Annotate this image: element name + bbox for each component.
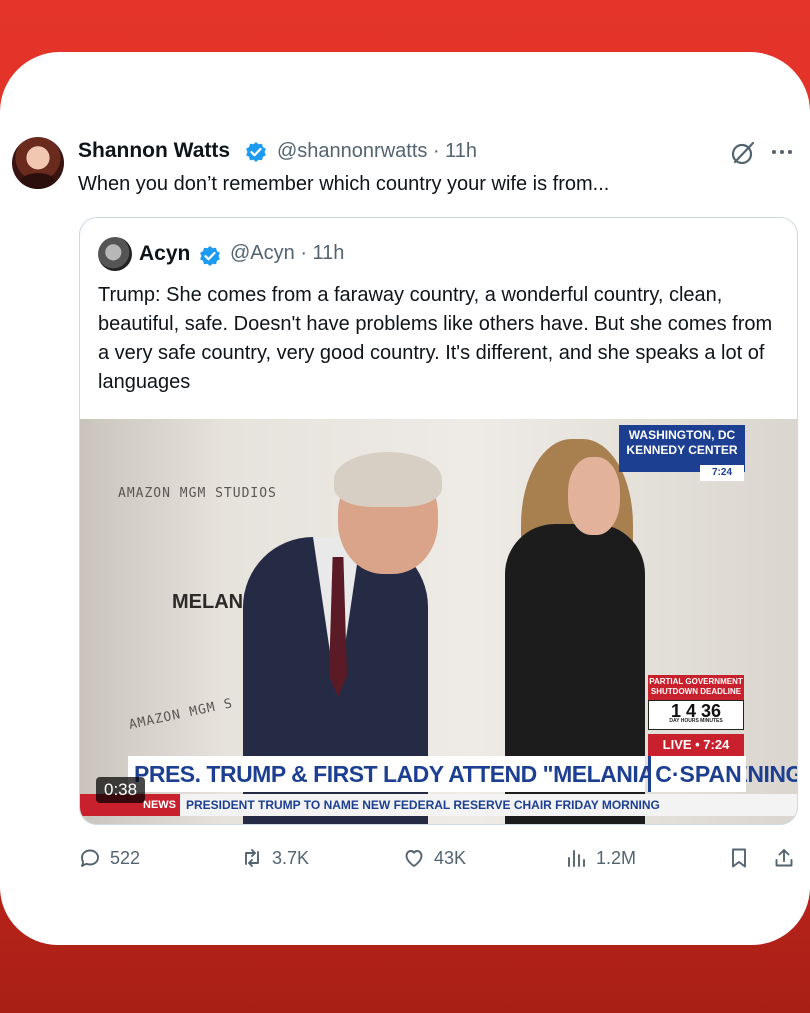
reply-button[interactable]: 522 xyxy=(78,840,140,876)
tweet-text: When you don’t remember which country yo… xyxy=(78,173,610,195)
share-button[interactable] xyxy=(772,840,796,876)
person-man-hair xyxy=(334,452,442,507)
person-woman-face xyxy=(568,457,620,535)
share-icon xyxy=(775,849,793,867)
grok-icon[interactable] xyxy=(730,140,756,166)
repost-count: 3.7K xyxy=(272,847,310,868)
quoted-text: Trump: She comes from a faraway country,… xyxy=(98,284,773,393)
like-count: 43K xyxy=(434,847,467,868)
video-duration: 0:38 xyxy=(96,777,146,803)
bookmark-button[interactable] xyxy=(727,840,751,876)
verified-icon xyxy=(200,246,220,266)
location-venue: KENNEDY CENTER xyxy=(626,443,738,457)
like-button[interactable]: 43K xyxy=(402,840,466,876)
headline-banner: PRES. TRUMP & FIRST LADY ATTEND "MELANIA… xyxy=(128,756,797,792)
network-logo: C·SPAN xyxy=(648,756,746,792)
location-city: WASHINGTON, DC xyxy=(628,428,736,442)
author-handle[interactable]: @shannonrwatts · 11h xyxy=(277,140,477,163)
views-icon xyxy=(568,850,585,867)
quoted-name[interactable]: Acyn xyxy=(139,242,190,266)
countdown-units: DAY HOURS MINUTES xyxy=(669,718,723,724)
live-badge: LIVE • 7:24 xyxy=(648,734,744,756)
repost-icon xyxy=(245,849,259,867)
more-icon[interactable] xyxy=(770,147,794,157)
author-name[interactable]: Shannon Watts xyxy=(78,139,230,163)
views-count: 1.2M xyxy=(596,847,637,868)
author-avatar[interactable] xyxy=(12,137,64,189)
views-button[interactable]: 1.2M xyxy=(564,840,636,876)
shutdown-label-line-2: SHUTDOWN DEADLINE xyxy=(650,687,742,696)
shutdown-countdown: 1 4 36 xyxy=(648,700,744,730)
shutdown-label-line-1: PARTIAL GOVERNMENT xyxy=(649,677,743,686)
repost-button[interactable]: 3.7K xyxy=(240,840,309,876)
reply-count: 522 xyxy=(110,847,141,868)
news-ticker: PRESIDENT TRUMP TO NAME NEW FEDERAL RESE… xyxy=(180,794,797,816)
wall-brand-text: AMAZON MGM STUDIOS xyxy=(118,486,277,501)
quoted-tweet[interactable]: Acyn @Acyn · 11h Trump: She comes from a… xyxy=(79,217,798,825)
reply-icon xyxy=(81,849,99,867)
shutdown-label: PARTIAL GOVERNMENT SHUTDOWN DEADLINE xyxy=(648,675,744,700)
like-icon xyxy=(405,850,423,867)
quoted-avatar[interactable] xyxy=(98,237,132,271)
video-player[interactable]: AMAZON MGM STUDIOS MELANIA AMAZON MGM S … xyxy=(80,419,797,824)
verified-icon xyxy=(246,142,266,162)
bookmark-icon xyxy=(732,848,746,868)
action-bar: 522 3.7K 43K 1.2M xyxy=(0,840,810,876)
quoted-handle[interactable]: @Acyn · 11h xyxy=(230,242,344,265)
location-time: 7:24 xyxy=(700,465,744,481)
